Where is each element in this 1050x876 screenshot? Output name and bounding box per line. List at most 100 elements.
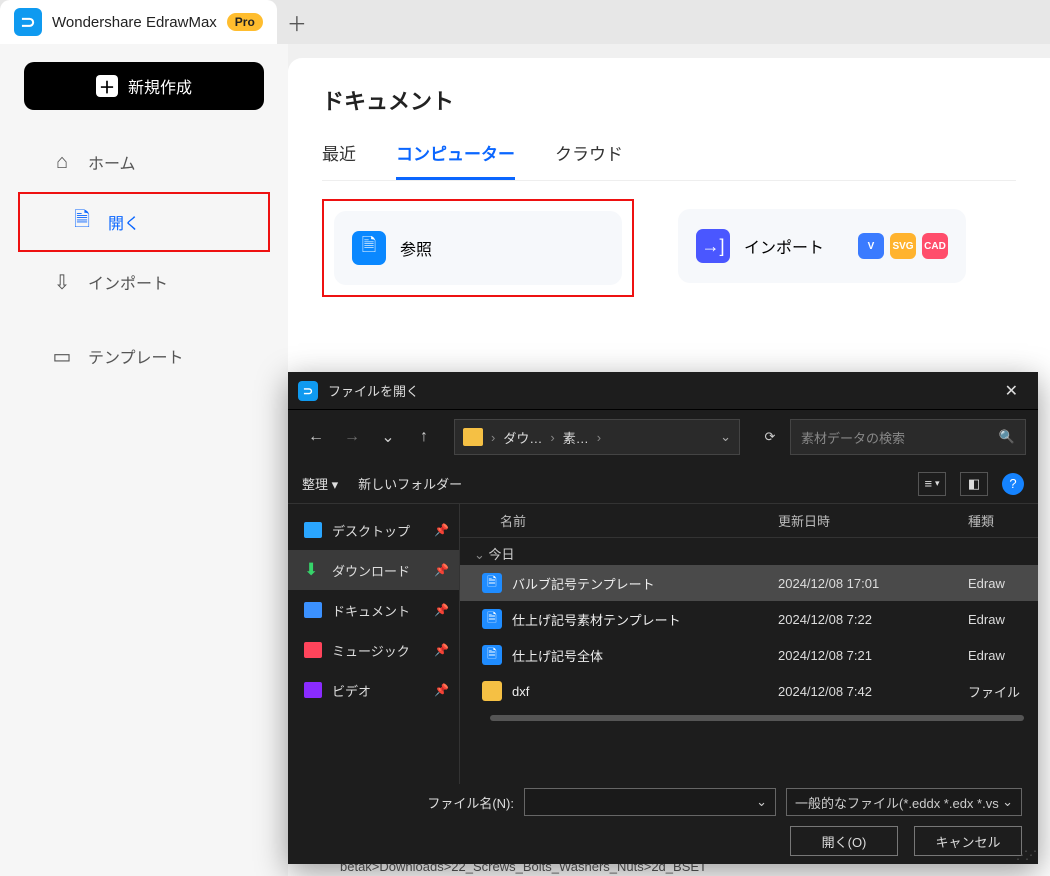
- folder-icon: [482, 681, 502, 701]
- place-documents[interactable]: ドキュメント 📌: [288, 590, 459, 630]
- sidebar-item-label: テンプレート: [88, 344, 184, 368]
- resize-grip-icon[interactable]: ⋰⋰: [1016, 848, 1034, 862]
- dialog-nav: ← → ⌄ ↑ › ダウ… › 素… › ⌄ ⟳ 素材データの検索 🔍: [288, 410, 1038, 464]
- new-tab-button[interactable]: ＋: [277, 0, 317, 44]
- file-row[interactable]: dxf 2024/12/08 7:42 ファイル: [460, 673, 1038, 709]
- chevron-right-icon: ›: [597, 430, 601, 445]
- file-name: 仕上げ記号全体: [512, 646, 778, 665]
- search-placeholder: 素材データの検索: [801, 428, 905, 447]
- folder-icon: [463, 428, 483, 446]
- tab-computer[interactable]: コンピューター: [396, 140, 515, 180]
- chevron-right-icon: ›: [491, 430, 495, 445]
- file-date: 2024/12/08 17:01: [778, 576, 968, 591]
- crumb-2[interactable]: 素…: [563, 428, 589, 447]
- place-label: ドキュメント: [332, 601, 410, 620]
- cancel-button[interactable]: キャンセル: [914, 826, 1022, 856]
- recent-dropdown[interactable]: ⌄: [372, 421, 404, 453]
- import-label: インポート: [744, 234, 824, 258]
- file-row[interactable]: 🗎 仕上げ記号全体 2024/12/08 7:21 Edraw: [460, 637, 1038, 673]
- chevron-down-icon[interactable]: ⌄: [720, 429, 731, 445]
- place-desktop[interactable]: デスクトップ 📌: [288, 510, 459, 550]
- forward-button[interactable]: →: [336, 421, 368, 453]
- new-document-button[interactable]: ＋ 新規作成: [24, 62, 264, 110]
- search-icon: 🔍: [999, 429, 1015, 445]
- dialog-toolbar: 整理 ▾ 新しいフォルダー ≡ ▾ ◧ ?: [288, 464, 1038, 504]
- dialog-logo-icon: ⊃: [298, 381, 318, 401]
- pin-icon[interactable]: 📌: [434, 523, 449, 537]
- home-icon: ⌂: [50, 151, 74, 174]
- sidebar-item-label: ホーム: [88, 150, 136, 174]
- search-input[interactable]: 素材データの検索 🔍: [790, 419, 1026, 455]
- col-type[interactable]: 種類: [968, 511, 1038, 530]
- close-icon[interactable]: ✕: [995, 377, 1028, 405]
- import-card-icon: →]: [696, 229, 730, 263]
- crumb-1[interactable]: ダウ…: [503, 428, 542, 447]
- tab-recent[interactable]: 最近: [322, 140, 356, 180]
- template-icon: ▭: [50, 344, 74, 369]
- open-file-dialog: ⊃ ファイルを開く ✕ ← → ⌄ ↑ › ダウ… › 素… › ⌄ ⟳ 素材デ…: [288, 372, 1038, 864]
- file-type: Edraw: [968, 612, 1038, 627]
- dialog-footer: ファイル名(N): ⌄ 一般的なファイル(*.eddx *.edx *.vs ⌄…: [288, 778, 1038, 864]
- filename-input[interactable]: ⌄: [524, 788, 776, 816]
- desktop-icon: [304, 522, 322, 538]
- documents-icon: [304, 602, 322, 618]
- refresh-button[interactable]: ⟳: [754, 421, 786, 453]
- pin-icon[interactable]: 📌: [434, 563, 449, 577]
- browse-card[interactable]: 🗎 参照: [334, 211, 622, 285]
- col-name[interactable]: 名前: [460, 511, 778, 530]
- file-list-header[interactable]: 名前 更新日時 種類: [460, 504, 1038, 538]
- horizontal-scrollbar[interactable]: [490, 715, 1024, 721]
- col-date[interactable]: 更新日時: [778, 511, 968, 530]
- pin-icon[interactable]: 📌: [434, 683, 449, 697]
- back-button[interactable]: ←: [300, 421, 332, 453]
- dialog-titlebar: ⊃ ファイルを開く ✕: [288, 372, 1038, 410]
- view-mode-button[interactable]: ≡ ▾: [918, 472, 946, 496]
- preview-pane-button[interactable]: ◧: [960, 472, 988, 496]
- file-type: Edraw: [968, 648, 1038, 663]
- help-icon[interactable]: ?: [1002, 473, 1024, 495]
- new-label: 新規作成: [128, 74, 192, 98]
- new-folder-button[interactable]: 新しいフォルダー: [358, 474, 462, 493]
- file-icon: 🗎: [482, 645, 502, 665]
- file-date: 2024/12/08 7:22: [778, 612, 968, 627]
- dialog-title: ファイルを開く: [328, 381, 419, 400]
- badge-cad: CAD: [922, 233, 948, 259]
- file-icon: 🗎: [482, 609, 502, 629]
- file-icon: 🗎: [482, 573, 502, 593]
- place-music[interactable]: ミュージック 📌: [288, 630, 459, 670]
- format-badges: V SVG CAD: [858, 233, 948, 259]
- video-icon: [304, 682, 322, 698]
- file-name: 仕上げ記号素材テンプレート: [512, 610, 778, 629]
- app-title: Wondershare EdrawMax: [52, 14, 217, 31]
- file-name: バルブ記号テンプレート: [512, 574, 778, 593]
- app-tab[interactable]: ⊃ Wondershare EdrawMax Pro: [0, 0, 277, 44]
- filetype-filter[interactable]: 一般的なファイル(*.eddx *.edx *.vs ⌄: [786, 788, 1022, 816]
- file-group-today[interactable]: 今日: [460, 538, 1038, 565]
- sidebar-item-open[interactable]: 🗎 開く: [20, 194, 268, 250]
- breadcrumb[interactable]: › ダウ… › 素… › ⌄: [454, 419, 740, 455]
- file-type: ファイル: [968, 682, 1038, 701]
- pin-icon[interactable]: 📌: [434, 603, 449, 617]
- file-row[interactable]: 🗎 バルブ記号テンプレート 2024/12/08 17:01 Edraw: [460, 565, 1038, 601]
- place-videos[interactable]: ビデオ 📌: [288, 670, 459, 710]
- chevron-down-icon: ⌄: [1002, 794, 1013, 810]
- titlebar: ⊃ Wondershare EdrawMax Pro ＋: [0, 0, 1050, 44]
- tab-cloud[interactable]: クラウド: [555, 140, 623, 180]
- open-button[interactable]: 開く(O): [790, 826, 898, 856]
- badge-svg: SVG: [890, 233, 916, 259]
- chevron-down-icon: ⌄: [756, 794, 767, 810]
- sidebar-item-home[interactable]: ⌂ ホーム: [0, 134, 288, 190]
- sidebar-item-import[interactable]: ⇩ インポート: [0, 254, 288, 310]
- sidebar-item-template[interactable]: ▭ テンプレート: [0, 328, 288, 384]
- import-card[interactable]: →] インポート V SVG CAD: [678, 209, 966, 283]
- app-logo-icon: ⊃: [14, 8, 42, 36]
- file-row[interactable]: 🗎 仕上げ記号素材テンプレート 2024/12/08 7:22 Edraw: [460, 601, 1038, 637]
- up-button[interactable]: ↑: [408, 421, 440, 453]
- file-type: Edraw: [968, 576, 1038, 591]
- place-downloads[interactable]: ⬇ ダウンロード 📌: [288, 550, 459, 590]
- sidebar-item-label: インポート: [88, 270, 168, 294]
- filename-label: ファイル名(N):: [427, 793, 514, 812]
- pin-icon[interactable]: 📌: [434, 643, 449, 657]
- organize-menu[interactable]: 整理 ▾: [302, 474, 338, 493]
- sidebar-item-label: 開く: [108, 210, 140, 234]
